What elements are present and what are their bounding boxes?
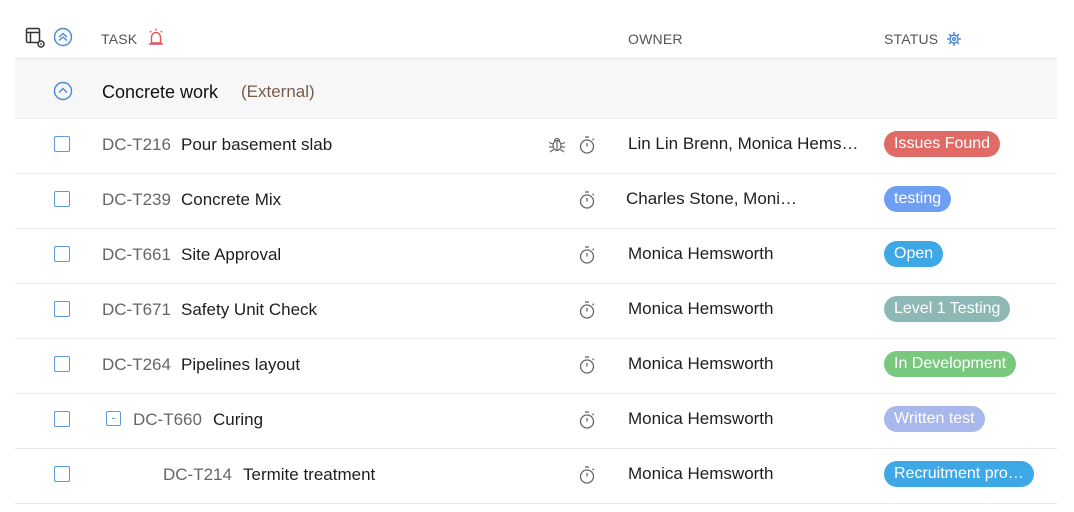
row-checkbox[interactable]: [54, 466, 70, 482]
task-owner[interactable]: Monica Hemsworth: [628, 354, 774, 374]
timer-icon[interactable]: [578, 135, 596, 160]
task-id[interactable]: DC-T660: [133, 410, 202, 430]
task-name[interactable]: Pipelines layout: [181, 355, 300, 375]
task-table: TASK OWNER STATUS Concrete work (Externa…: [15, 0, 1057, 504]
task-id[interactable]: DC-T671: [102, 300, 171, 320]
status-badge[interactable]: Recruitment pro…: [884, 461, 1034, 487]
table-row[interactable]: DC-T216 Pour basement slab Lin Lin Brenn…: [15, 119, 1057, 174]
table-row[interactable]: DC-T239 Concrete Mix Charles Stone, Moni…: [15, 174, 1057, 229]
row-checkbox[interactable]: [54, 191, 70, 207]
collapse-all-icon[interactable]: [53, 27, 73, 52]
status-badge[interactable]: Issues Found: [884, 131, 1001, 157]
table-row[interactable]: DC-T214 Termite treatment Monica Hemswor…: [15, 449, 1057, 504]
subtask-collapse-toggle[interactable]: -: [106, 411, 121, 426]
timer-icon[interactable]: [578, 355, 596, 380]
timer-icon[interactable]: [578, 190, 596, 215]
task-owner[interactable]: Charles Stone, Moni…: [626, 189, 797, 209]
task-id[interactable]: DC-T214: [163, 465, 232, 485]
status-badge[interactable]: In Development: [884, 351, 1017, 377]
row-checkbox[interactable]: [54, 301, 70, 317]
task-owner[interactable]: Monica Hemsworth: [628, 244, 774, 264]
status-badge[interactable]: testing: [884, 186, 952, 212]
task-id[interactable]: DC-T216: [102, 135, 171, 155]
task-owner[interactable]: Monica Hemsworth: [628, 464, 774, 484]
task-owner[interactable]: Lin Lin Brenn, Monica Hems…: [628, 134, 859, 154]
group-row[interactable]: Concrete work (External): [15, 59, 1057, 119]
task-name[interactable]: Curing: [213, 410, 263, 430]
table-row[interactable]: DC-T264 Pipelines layout Monica Hemswort…: [15, 339, 1057, 394]
task-name[interactable]: Termite treatment: [243, 465, 375, 485]
task-id[interactable]: DC-T239: [102, 190, 171, 210]
task-owner[interactable]: Monica Hemsworth: [628, 299, 774, 319]
row-checkbox[interactable]: [54, 356, 70, 372]
table-row[interactable]: DC-T671 Safety Unit Check Monica Hemswor…: [15, 284, 1057, 339]
task-name[interactable]: Site Approval: [181, 245, 281, 265]
table-row[interactable]: DC-T661 Site Approval Monica Hemsworth O…: [15, 229, 1057, 284]
status-column-header[interactable]: STATUS: [884, 31, 938, 47]
task-owner[interactable]: Monica Hemsworth: [628, 409, 774, 429]
row-checkbox[interactable]: [54, 411, 70, 427]
bug-icon[interactable]: [547, 134, 567, 159]
column-settings-icon[interactable]: [25, 27, 47, 54]
timer-icon[interactable]: [578, 465, 596, 490]
timer-icon[interactable]: [578, 300, 596, 325]
task-name[interactable]: Safety Unit Check: [181, 300, 317, 320]
alarm-icon[interactable]: [148, 28, 164, 51]
owner-column-header[interactable]: OWNER: [628, 31, 683, 47]
group-collapse-icon[interactable]: [53, 81, 73, 106]
row-checkbox[interactable]: [54, 136, 70, 152]
task-name[interactable]: Concrete Mix: [181, 190, 281, 210]
task-name[interactable]: Pour basement slab: [181, 135, 332, 155]
group-tag: (External): [241, 82, 315, 101]
row-checkbox[interactable]: [54, 246, 70, 262]
task-id[interactable]: DC-T661: [102, 245, 171, 265]
status-badge[interactable]: Written test: [884, 406, 985, 432]
table-row[interactable]: - DC-T660 Curing Monica Hemsworth Writte…: [15, 394, 1057, 449]
status-badge[interactable]: Open: [884, 241, 944, 267]
group-name: Concrete work: [102, 82, 219, 102]
task-column-header[interactable]: TASK: [101, 31, 137, 47]
timer-icon[interactable]: [578, 410, 596, 435]
status-badge[interactable]: Level 1 Testing: [884, 296, 1011, 322]
timer-icon[interactable]: [578, 245, 596, 270]
task-id[interactable]: DC-T264: [102, 355, 171, 375]
table-header: TASK OWNER STATUS: [15, 0, 1057, 59]
status-settings-icon[interactable]: [946, 31, 962, 52]
